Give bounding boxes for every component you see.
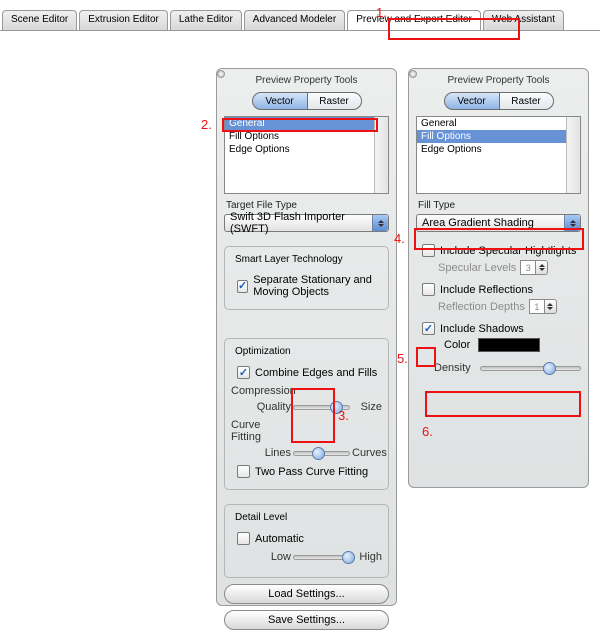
- panel-title: Preview Property Tools: [224, 75, 389, 86]
- reflections-checkbox[interactable]: [422, 283, 435, 296]
- optimization-group: Optimization Combine Edges and Fills Com…: [224, 338, 389, 490]
- scrollbar[interactable]: [566, 117, 580, 193]
- density-label: Density: [434, 362, 480, 374]
- panel-title: Preview Property Tools: [416, 75, 581, 86]
- target-file-type-label: Target File Type: [226, 200, 389, 211]
- separate-stationary-checkbox[interactable]: [237, 280, 248, 293]
- list-item-edge-options[interactable]: Edge Options: [417, 143, 580, 156]
- curve-fitting-slider[interactable]: [293, 451, 350, 456]
- detail-slider[interactable]: [293, 555, 350, 560]
- group-title: Optimization: [233, 346, 293, 357]
- list-item-fill-options[interactable]: Fill Options: [417, 130, 580, 143]
- combo-arrows-icon: [372, 215, 388, 231]
- shadow-color-swatch[interactable]: [478, 338, 540, 352]
- checkbox-label: Include Reflections: [440, 284, 533, 296]
- color-label: Color: [444, 339, 470, 351]
- slider-thumb[interactable]: [543, 362, 556, 375]
- slider-right-label: Size: [350, 401, 382, 413]
- list-item-edge-options[interactable]: Edge Options: [225, 143, 388, 156]
- scrollbar[interactable]: [374, 117, 388, 193]
- checkbox-label: Automatic: [255, 533, 304, 545]
- slider-thumb[interactable]: [342, 551, 355, 564]
- tab-scene-editor[interactable]: Scene Editor: [2, 10, 77, 30]
- list-item-general[interactable]: General: [417, 117, 580, 130]
- detail-level-group: Detail Level Automatic Low High: [224, 504, 389, 578]
- group-title: Smart Layer Technology: [233, 254, 345, 265]
- annotation-4: 4.: [394, 231, 405, 246]
- two-pass-checkbox[interactable]: [237, 465, 250, 478]
- tab-web-assistant[interactable]: Web Assistant: [483, 10, 564, 30]
- annotation-5: 5.: [397, 351, 408, 366]
- tab-preview-export-editor[interactable]: Preview and Export Editor: [347, 10, 481, 30]
- slider-thumb[interactable]: [312, 447, 325, 460]
- preview-panel-general: Preview Property Tools Vector Raster Gen…: [216, 68, 397, 606]
- preview-panel-fill: Preview Property Tools Vector Raster Gen…: [408, 68, 589, 488]
- group-title: Detail Level: [233, 512, 289, 523]
- stepper-arrows-icon[interactable]: [545, 299, 557, 314]
- seg-raster[interactable]: Raster: [499, 92, 554, 110]
- slider-left-label: Quality: [231, 401, 293, 413]
- automatic-checkbox[interactable]: [237, 532, 250, 545]
- combine-edges-checkbox[interactable]: [237, 366, 250, 379]
- annotation-3: 3.: [338, 408, 349, 423]
- tab-lathe-editor[interactable]: Lathe Editor: [170, 10, 242, 30]
- reflection-depths-label: Reflection Depths: [438, 301, 525, 313]
- vector-raster-segment: Vector Raster: [416, 92, 581, 110]
- combo-value: Swift 3D Flash Importer (SWFT): [230, 211, 383, 235]
- slider-left-label: Lines: [231, 447, 293, 459]
- annotation-6: 6.: [422, 424, 433, 439]
- load-settings-button[interactable]: Load Settings...: [224, 584, 389, 604]
- list-item-general[interactable]: General: [225, 117, 388, 130]
- seg-vector[interactable]: Vector: [252, 92, 307, 110]
- category-listbox[interactable]: General Fill Options Edge Options: [224, 116, 389, 194]
- seg-vector[interactable]: Vector: [444, 92, 499, 110]
- tab-extrusion-editor[interactable]: Extrusion Editor: [79, 10, 168, 30]
- combo-arrows-icon: [564, 215, 580, 231]
- annotation-1: 1.: [376, 5, 387, 20]
- checkbox-label: Combine Edges and Fills: [255, 367, 377, 379]
- shadows-checkbox[interactable]: [422, 322, 435, 335]
- fill-type-label: Fill Type: [418, 200, 581, 211]
- density-slider[interactable]: [480, 366, 581, 371]
- checkbox-label: Include Shadows: [440, 323, 524, 335]
- curve-fitting-label: Curve Fitting: [231, 419, 293, 443]
- stepper-value: 3: [520, 260, 536, 275]
- tab-advanced-modeler[interactable]: Advanced Modeler: [244, 10, 345, 30]
- vector-raster-segment: Vector Raster: [224, 92, 389, 110]
- smart-layer-group: Smart Layer Technology Separate Stationa…: [224, 246, 389, 310]
- combo-value: Area Gradient Shading: [422, 217, 534, 229]
- target-file-type-combo[interactable]: Swift 3D Flash Importer (SWFT): [224, 214, 389, 232]
- specular-levels-stepper[interactable]: 3: [520, 260, 548, 275]
- checkbox-label: Include Specular Hightlights: [440, 245, 576, 257]
- annotation-2: 2.: [201, 117, 212, 132]
- fill-type-combo[interactable]: Area Gradient Shading: [416, 214, 581, 232]
- stepper-value: 1: [529, 299, 545, 314]
- seg-raster[interactable]: Raster: [307, 92, 362, 110]
- slider-right-label: Curves: [350, 447, 382, 459]
- editor-tabbar: Scene Editor Extrusion Editor Lathe Edit…: [0, 10, 600, 31]
- reflection-depths-stepper[interactable]: 1: [529, 299, 557, 314]
- specular-highlights-checkbox[interactable]: [422, 244, 435, 257]
- checkbox-label: Two Pass Curve Fitting: [255, 466, 368, 478]
- category-listbox[interactable]: General Fill Options Edge Options: [416, 116, 581, 194]
- save-settings-button[interactable]: Save Settings...: [224, 610, 389, 630]
- specular-levels-label: Specular Levels: [438, 262, 516, 274]
- checkbox-label: Separate Stationary and Moving Objects: [253, 274, 382, 298]
- slider-left-label: Low: [231, 551, 293, 563]
- list-item-fill-options[interactable]: Fill Options: [225, 130, 388, 143]
- stepper-arrows-icon[interactable]: [536, 260, 548, 275]
- compression-label: Compression: [231, 385, 293, 397]
